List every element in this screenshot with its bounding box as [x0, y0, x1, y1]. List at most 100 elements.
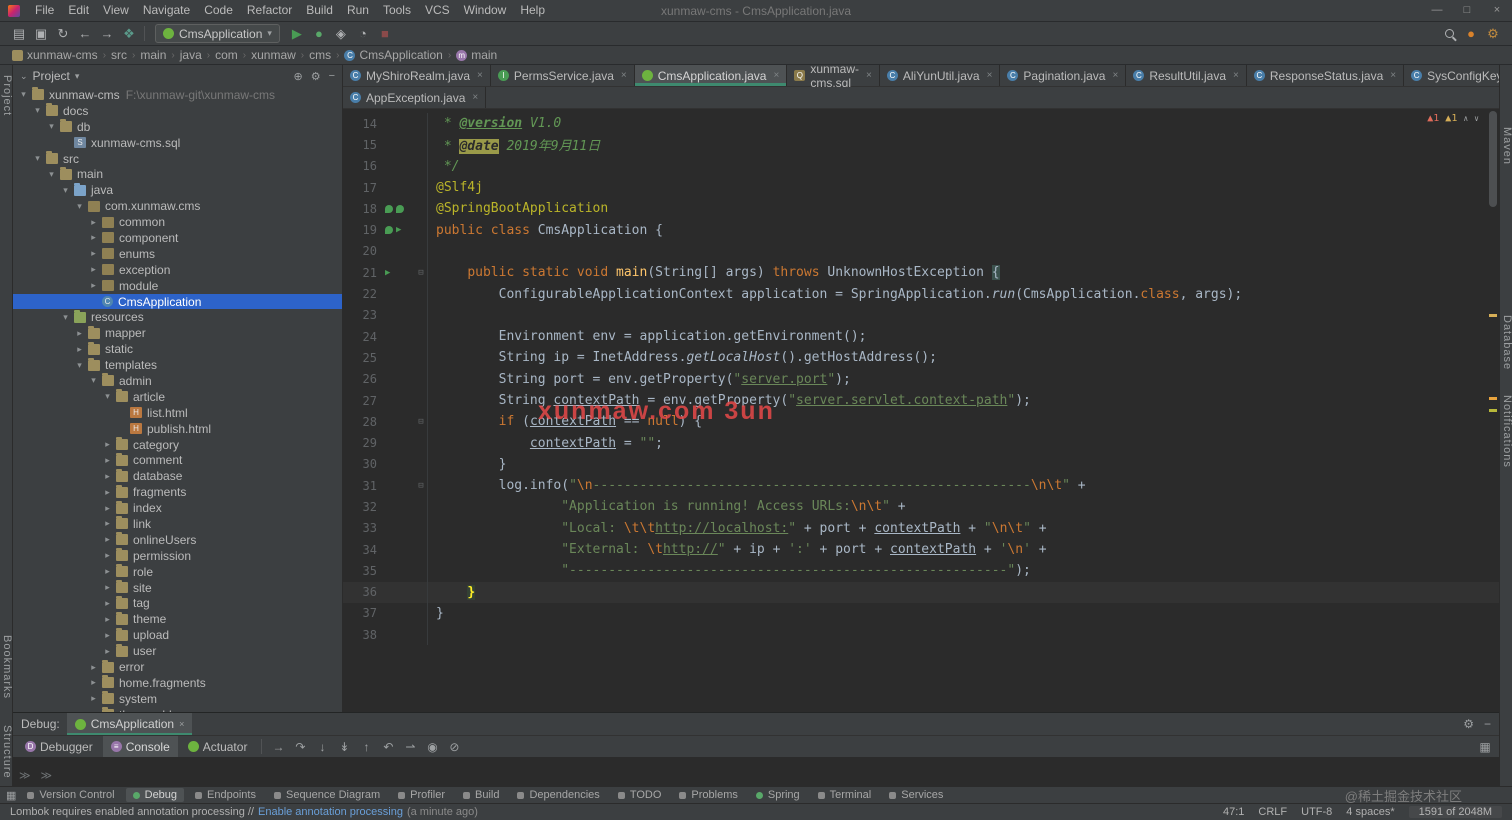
- tree-item[interactable]: ▸ database: [13, 468, 342, 484]
- debug-tab-debugger[interactable]: D Debugger: [17, 736, 101, 758]
- run-gutter-icon[interactable]: ▶: [396, 225, 401, 235]
- tree-item[interactable]: Sxunmaw-cms.sql: [13, 135, 342, 151]
- debug-icon[interactable]: ●: [308, 24, 330, 44]
- tree-item[interactable]: C CmsApplication: [13, 293, 342, 310]
- code-line[interactable]: 26 String port = env.getProperty("server…: [343, 368, 1499, 390]
- collapse-arrow-icon[interactable]: ▾: [59, 185, 72, 196]
- drop-frame-icon[interactable]: ↶: [378, 738, 398, 756]
- menu-refactor[interactable]: Refactor: [240, 0, 299, 21]
- save-all-icon[interactable]: ▣: [30, 24, 52, 44]
- mute-breakpoints-icon[interactable]: ⊘: [444, 738, 464, 756]
- coverage-icon[interactable]: ◈: [330, 24, 352, 44]
- warning-stripe-mark[interactable]: [1489, 409, 1497, 412]
- stop-icon[interactable]: ■: [374, 24, 396, 44]
- step-over-icon[interactable]: ↷: [290, 738, 310, 756]
- tree-item[interactable]: ▸ error: [13, 659, 342, 675]
- editor-tab-pagination.java[interactable]: C Pagination.java ×: [1000, 65, 1127, 86]
- code-line[interactable]: 20: [343, 240, 1499, 263]
- code-line[interactable]: 28 ⊟ if (contextPath == null) {: [343, 411, 1499, 433]
- code-line[interactable]: 27 String contextPath = env.getProperty(…: [343, 389, 1499, 412]
- code-line[interactable]: 33 "Local: \t\thttp://localhost:" + port…: [343, 517, 1499, 539]
- run-to-cursor-icon[interactable]: ⇀: [400, 738, 420, 756]
- close-tab-icon[interactable]: ×: [621, 70, 627, 81]
- tree-item[interactable]: ▾ docs: [13, 103, 342, 119]
- code-line[interactable]: 15 * @date 2019年9月11日: [343, 134, 1499, 156]
- breadcrumb-item-xunmaw[interactable]: xunmaw: [249, 48, 298, 62]
- menu-file[interactable]: File: [28, 0, 61, 21]
- toolwindow-button-debug[interactable]: Debug: [125, 788, 185, 802]
- expand-arrow-icon[interactable]: ▸: [101, 646, 114, 657]
- menu-view[interactable]: View: [96, 0, 136, 21]
- menu-code[interactable]: Code: [197, 0, 240, 21]
- code-line[interactable]: 29 contextPath = "";: [343, 432, 1499, 454]
- settings-gear-icon[interactable]: ⚙: [1482, 24, 1504, 44]
- editor-tab-cmsapplication.java[interactable]: CmsApplication.java ×: [634, 65, 788, 86]
- expand-arrow-icon[interactable]: ▸: [87, 662, 100, 673]
- close-tab-icon[interactable]: ×: [773, 70, 779, 81]
- menu-build[interactable]: Build: [299, 0, 340, 21]
- debug-tab-console[interactable]: ≡ Console: [102, 735, 178, 758]
- expand-arrow-icon[interactable]: ▸: [101, 455, 114, 466]
- tree-item[interactable]: Hpublish.html: [13, 421, 342, 437]
- tree-item[interactable]: Hlist.html: [13, 405, 342, 421]
- menu-window[interactable]: Window: [457, 0, 514, 21]
- code-line[interactable]: 36 }: [343, 581, 1499, 603]
- tree-item[interactable]: ▸ system: [13, 691, 342, 707]
- toolwindow-button-dependencies[interactable]: Dependencies: [510, 788, 606, 802]
- close-icon[interactable]: ×: [179, 719, 184, 729]
- run-config-select[interactable]: CmsApplication ▾: [155, 24, 280, 43]
- fold-marker[interactable]: ⊟: [415, 475, 428, 497]
- tree-item[interactable]: ▸ onlineUsers: [13, 532, 342, 548]
- encoding-widget[interactable]: UTF-8: [1301, 806, 1332, 818]
- breadcrumb-item-cmsapplication[interactable]: C CmsApplication: [342, 48, 444, 62]
- menu-edit[interactable]: Edit: [61, 0, 96, 21]
- collapse-arrow-icon[interactable]: ▾: [45, 169, 58, 180]
- settings-gear-icon[interactable]: ⚙: [311, 70, 321, 83]
- scroll-to-end-icon[interactable]: ≫: [41, 769, 53, 782]
- tree-item[interactable]: ▸ index: [13, 500, 342, 516]
- expand-arrow-icon[interactable]: ▸: [101, 614, 114, 625]
- expand-arrow-icon[interactable]: ▸: [87, 232, 100, 243]
- toolwindow-stripe-button-structure[interactable]: Structure: [0, 725, 13, 779]
- minimize-button[interactable]: —: [1422, 0, 1452, 21]
- toolwindow-button-sequence-diagram[interactable]: Sequence Diagram: [267, 788, 387, 802]
- run-gutter-icon[interactable]: ▶: [385, 268, 390, 278]
- expand-arrow-icon[interactable]: ▸: [101, 439, 114, 450]
- tree-item[interactable]: ▾ article: [13, 389, 342, 405]
- warning-stripe-mark[interactable]: [1489, 397, 1497, 400]
- editor-tab-xunmaw-cms.sql[interactable]: Qxunmaw-cms.sql ×: [787, 62, 880, 90]
- expand-arrow-icon[interactable]: ▸: [87, 217, 100, 228]
- collapse-arrow-icon[interactable]: ▾: [31, 105, 44, 116]
- code-line[interactable]: 30 }: [343, 453, 1499, 476]
- toolwindow-stripe-button-database[interactable]: Database: [1500, 315, 1512, 370]
- breadcrumb-item-com[interactable]: com: [213, 48, 240, 62]
- menu-tools[interactable]: Tools: [376, 0, 418, 21]
- line-separator-widget[interactable]: CRLF: [1258, 806, 1287, 818]
- search-everywhere-button[interactable]: [1438, 24, 1460, 44]
- fold-marker[interactable]: ⊟: [415, 262, 428, 284]
- show-execution-point-icon[interactable]: →: [268, 738, 288, 756]
- editor-tab-resultutil.java[interactable]: C ResultUtil.java ×: [1126, 65, 1247, 86]
- close-tab-icon[interactable]: ×: [1112, 70, 1118, 81]
- editor-tab-myshirorealm.java[interactable]: C MyShiroRealm.java ×: [343, 65, 491, 86]
- expand-arrow-icon[interactable]: ▸: [87, 264, 100, 275]
- code-line[interactable]: 17 @Slf4j: [343, 176, 1499, 199]
- prev-problem-icon[interactable]: ∧: [1463, 114, 1468, 123]
- toolwindow-stripe-button-bookmarks[interactable]: Bookmarks: [0, 635, 13, 699]
- expand-arrow-icon[interactable]: ▸: [87, 693, 100, 704]
- next-problem-icon[interactable]: ∨: [1474, 114, 1479, 123]
- collapse-arrow-icon[interactable]: ▾: [45, 121, 58, 132]
- spring-bean-gutter-icon[interactable]: [385, 226, 393, 235]
- tree-item[interactable]: ▾ xunmaw-cms F:\xunmaw-git\xunmaw-cms: [13, 87, 342, 103]
- breadcrumb-item-main[interactable]: m main: [454, 48, 499, 62]
- code-line[interactable]: 19 ▶ public class CmsApplication {: [343, 219, 1499, 241]
- code-line[interactable]: 34 "External: \thttp://" + ip + ':' + po…: [343, 538, 1499, 561]
- expand-arrow-icon[interactable]: ▸: [87, 248, 100, 259]
- scroll-to-end-icon[interactable]: ≫: [19, 769, 31, 782]
- fold-marker[interactable]: ⊟: [415, 411, 428, 433]
- editor-tab-sysconfigkey.java[interactable]: CSysConfigKey.java×: [1404, 65, 1512, 86]
- toolwindow-button-version-control[interactable]: Version Control: [20, 788, 121, 802]
- close-tab-icon[interactable]: ×: [987, 70, 993, 81]
- expand-arrow-icon[interactable]: ▸: [73, 344, 86, 355]
- expand-arrow-icon[interactable]: ▸: [87, 677, 100, 688]
